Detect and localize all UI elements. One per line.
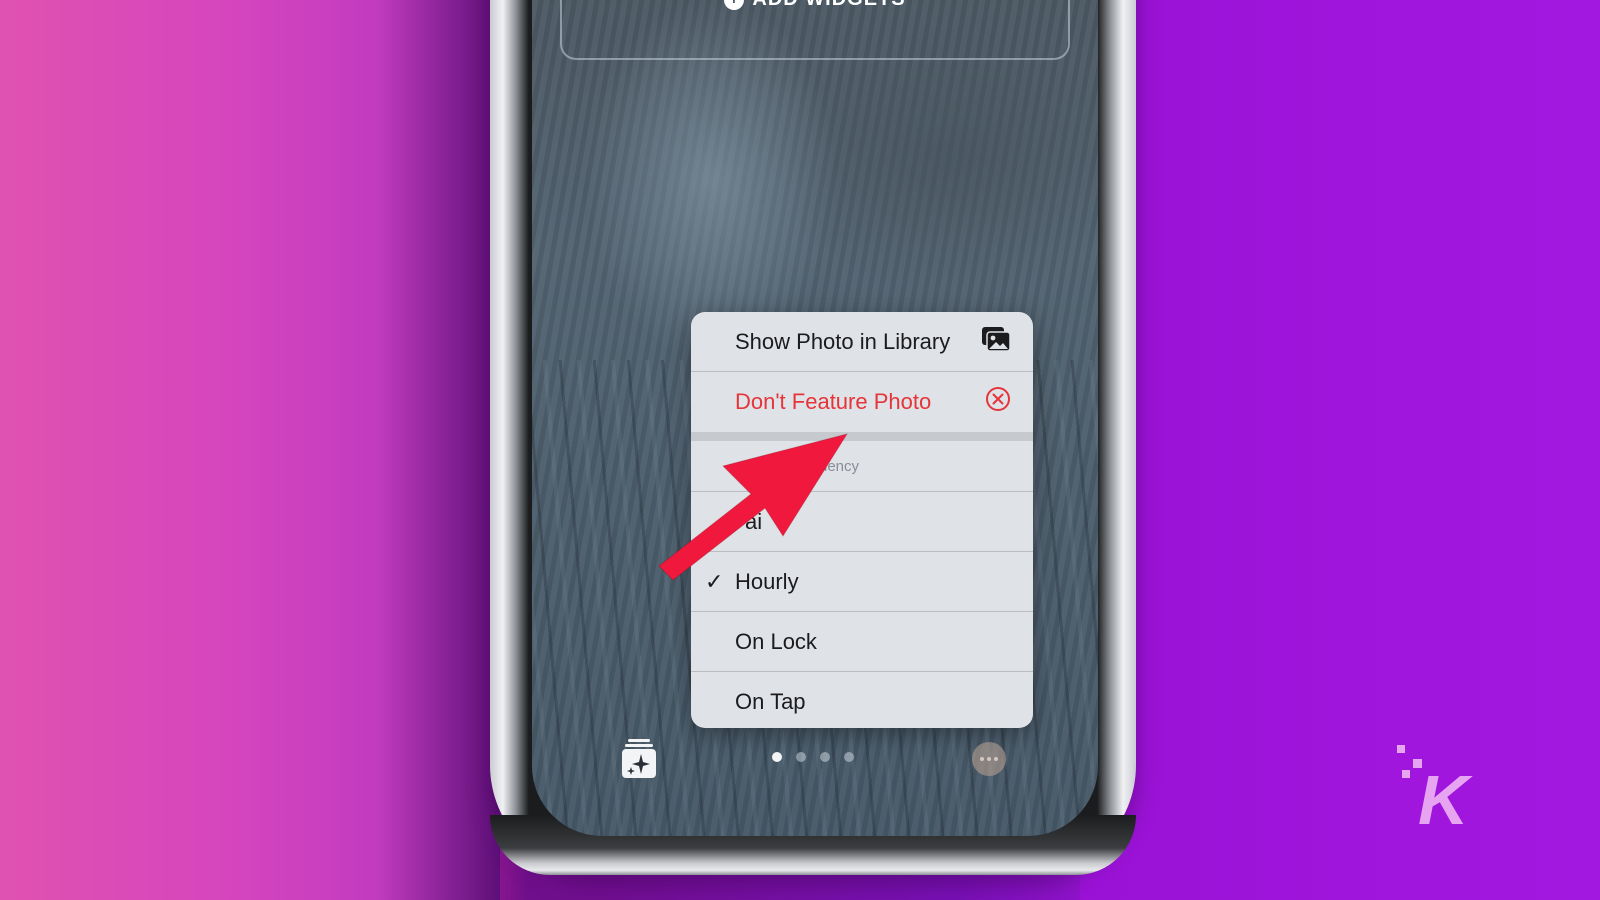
- ellipsis-dot: [987, 757, 991, 761]
- photo-shuffle-gallery-button[interactable]: [620, 738, 658, 780]
- more-options-button[interactable]: [972, 742, 1006, 776]
- menu-item-label: Show Photo in Library: [735, 328, 951, 354]
- page-dot-active[interactable]: [772, 752, 782, 762]
- menu-item-label: Don't Feature Photo: [735, 389, 932, 414]
- knowtechie-logo-icon: K: [1397, 745, 1473, 832]
- sparkle-photo-stack-icon: [622, 739, 656, 778]
- menu-item-show-photo-in-library[interactable]: Show Photo in Library: [691, 312, 1033, 372]
- x-circle-icon: [985, 386, 1011, 418]
- ellipsis-dot: [980, 757, 984, 761]
- menu-option-on-tap[interactable]: On Tap: [691, 672, 1033, 728]
- plus-icon: +: [724, 0, 745, 10]
- widget-area[interactable]: + ADD WIDGETS: [560, 0, 1070, 60]
- ellipsis-dot: [994, 757, 998, 761]
- page-dot[interactable]: [796, 752, 806, 762]
- page-dot[interactable]: [844, 752, 854, 762]
- page-indicator[interactable]: [772, 752, 854, 762]
- background-left: [0, 0, 500, 900]
- red-arrow-annotation: [658, 433, 849, 581]
- menu-option-label: On Tap: [735, 689, 806, 714]
- add-widgets-label: ADD WIDGETS: [752, 0, 905, 10]
- background-right: [1080, 0, 1600, 900]
- menu-option-on-lock[interactable]: On Lock: [691, 612, 1033, 672]
- menu-option-label: On Lock: [735, 628, 817, 654]
- photo-library-icon: [981, 326, 1011, 358]
- logo-letter: K: [1418, 761, 1473, 832]
- menu-item-dont-feature-photo[interactable]: Don't Feature Photo: [691, 372, 1033, 432]
- page-dot[interactable]: [820, 752, 830, 762]
- add-widgets-button[interactable]: + ADD WIDGETS: [562, 0, 1068, 11]
